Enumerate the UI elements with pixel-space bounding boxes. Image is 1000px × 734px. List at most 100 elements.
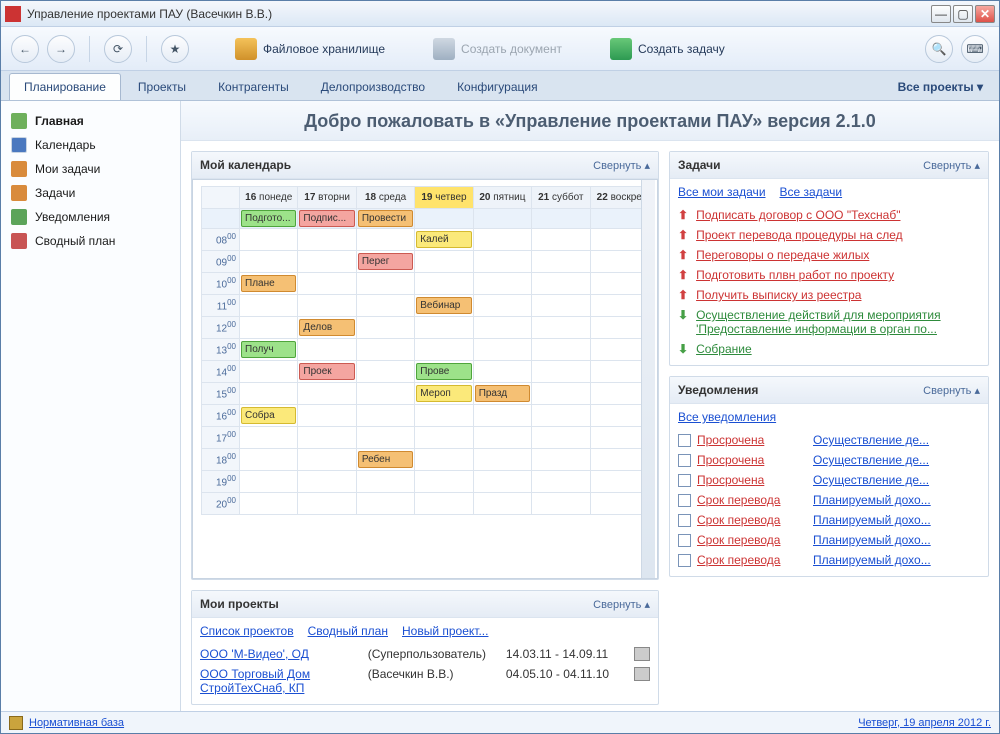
tab-config[interactable]: Конфигурация bbox=[442, 73, 553, 100]
cal-event[interactable]: Подгото... bbox=[241, 210, 296, 227]
maximize-button[interactable]: ▢ bbox=[953, 5, 973, 23]
cal-event[interactable]: Получ bbox=[241, 341, 296, 358]
notification-status[interactable]: Просрочена bbox=[697, 453, 807, 467]
tab-planning[interactable]: Планирование bbox=[9, 73, 121, 100]
task-link[interactable]: Подготовить плвн работ по проекту bbox=[696, 268, 894, 282]
task-link[interactable]: Проект перевода процедуры на след bbox=[696, 228, 903, 242]
cal-event[interactable]: Прове bbox=[416, 363, 471, 380]
nav-back-button[interactable]: ← bbox=[11, 35, 39, 63]
cal-event[interactable]: Плане bbox=[241, 275, 296, 292]
notification-desc[interactable]: Осуществление де... bbox=[813, 473, 980, 487]
create-task-button[interactable]: Создать задачу bbox=[604, 34, 731, 64]
cal-day-header[interactable]: 19 четвер bbox=[415, 187, 473, 209]
checkbox[interactable] bbox=[678, 554, 691, 567]
tasks-collapse[interactable]: Свернуть ▴ bbox=[923, 159, 980, 172]
notification-status[interactable]: Срок перевода bbox=[697, 513, 807, 527]
sidebar-item-mytasks[interactable]: Мои задачи bbox=[1, 157, 180, 181]
sidebar-item-tasks[interactable]: Задачи bbox=[1, 181, 180, 205]
notification-status[interactable]: Просрочена bbox=[697, 473, 807, 487]
notification-desc[interactable]: Планируемый дохо... bbox=[813, 533, 980, 547]
notification-desc[interactable]: Осуществление де... bbox=[813, 433, 980, 447]
project-name-link[interactable]: ООО 'М-Видео', ОД bbox=[200, 647, 358, 661]
checkbox[interactable] bbox=[678, 474, 691, 487]
cal-event[interactable]: Калей bbox=[416, 231, 471, 248]
cal-event[interactable]: Вебинар bbox=[416, 297, 471, 314]
cal-event[interactable]: Мероп bbox=[416, 385, 471, 402]
notification-row: Срок перевода Планируемый дохо... bbox=[678, 550, 980, 570]
statusbar-date[interactable]: Четверг, 19 апреля 2012 г. bbox=[858, 717, 991, 729]
checkbox[interactable] bbox=[678, 534, 691, 547]
create-doc-button[interactable]: Создать документ bbox=[427, 34, 568, 64]
cal-day-header[interactable]: 20 пятниц bbox=[473, 187, 531, 209]
statusbar-left-link[interactable]: Нормативная база bbox=[9, 716, 124, 730]
notification-desc[interactable]: Планируемый дохо... bbox=[813, 493, 980, 507]
project-chart-icon[interactable] bbox=[634, 667, 650, 681]
projects-list-link[interactable]: Список проектов bbox=[200, 624, 294, 638]
notification-desc[interactable]: Осуществление де... bbox=[813, 453, 980, 467]
cal-event[interactable]: Подпис... bbox=[299, 210, 354, 227]
sidebar-item-plan[interactable]: Сводный план bbox=[1, 229, 180, 253]
cal-day-header[interactable]: 21 суббот bbox=[532, 187, 590, 209]
cal-event[interactable]: Собра bbox=[241, 407, 296, 424]
sidebar-item-calendar[interactable]: Календарь bbox=[1, 133, 180, 157]
cal-day-header[interactable]: 17 вторни bbox=[298, 187, 356, 209]
notification-row: Просрочена Осуществление де... bbox=[678, 430, 980, 450]
cal-day-header[interactable]: 16 понеде bbox=[240, 187, 298, 209]
nav-forward-button[interactable]: → bbox=[47, 35, 75, 63]
calendar-icon bbox=[11, 137, 27, 153]
project-chart-icon[interactable] bbox=[634, 647, 650, 661]
notification-desc[interactable]: Планируемый дохо... bbox=[813, 513, 980, 527]
projects-plan-link[interactable]: Сводный план bbox=[308, 624, 388, 638]
tasks-myall-link[interactable]: Все мои задачи bbox=[678, 185, 766, 199]
task-link[interactable]: Осуществление действий для мероприятия '… bbox=[696, 308, 980, 336]
search-button[interactable]: 🔍 bbox=[925, 35, 953, 63]
notification-status[interactable]: Просрочена bbox=[697, 433, 807, 447]
notifications-all-link[interactable]: Все уведомления bbox=[678, 410, 776, 424]
calendar-collapse[interactable]: Свернуть ▴ bbox=[593, 159, 650, 172]
tab-paperwork[interactable]: Делопроизводство bbox=[306, 73, 440, 100]
notification-status[interactable]: Срок перевода bbox=[697, 553, 807, 567]
project-dates: 14.03.11 - 14.09.11 bbox=[506, 647, 624, 661]
projects-collapse[interactable]: Свернуть ▴ bbox=[593, 598, 650, 611]
cal-day-header[interactable]: 22 воскре bbox=[590, 187, 648, 209]
favorite-button[interactable]: ★ bbox=[161, 35, 189, 63]
notification-status[interactable]: Срок перевода bbox=[697, 493, 807, 507]
filestore-button[interactable]: Файловое хранилище bbox=[229, 34, 391, 64]
task-link[interactable]: Собрание bbox=[696, 342, 752, 356]
scrollbar[interactable] bbox=[641, 180, 655, 578]
cal-event[interactable]: Перег bbox=[358, 253, 413, 270]
tab-projects[interactable]: Проекты bbox=[123, 73, 201, 100]
checkbox[interactable] bbox=[678, 454, 691, 467]
project-name-link[interactable]: ООО Торговый Дом СтройТехСнаб, КП bbox=[200, 667, 358, 695]
notification-desc[interactable]: Планируемый дохо... bbox=[813, 553, 980, 567]
notification-status[interactable]: Срок перевода bbox=[697, 533, 807, 547]
settings-button[interactable]: ⌨ bbox=[961, 35, 989, 63]
projects-new-link[interactable]: Новый проект... bbox=[402, 624, 488, 638]
task-link[interactable]: Подписать договор с ООО "Техснаб" bbox=[696, 208, 900, 222]
refresh-button[interactable]: ⟳ bbox=[104, 35, 132, 63]
tasks-all-link[interactable]: Все задачи bbox=[780, 185, 843, 199]
task-link[interactable]: Получить выписку из реестра bbox=[696, 288, 861, 302]
checkbox[interactable] bbox=[678, 494, 691, 507]
checkbox[interactable] bbox=[678, 514, 691, 527]
all-projects-dropdown[interactable]: Все проекты ▾ bbox=[890, 74, 991, 100]
cal-event[interactable]: Празд bbox=[475, 385, 530, 402]
task-row: ⬆Получить выписку из реестра bbox=[678, 285, 980, 305]
tab-contragents[interactable]: Контрагенты bbox=[203, 73, 304, 100]
close-button[interactable]: ✕ bbox=[975, 5, 995, 23]
notification-row: Просрочена Осуществление де... bbox=[678, 470, 980, 490]
sidebar-item-home[interactable]: Главная bbox=[1, 109, 180, 133]
cal-day-header[interactable]: 18 среда bbox=[356, 187, 414, 209]
task-link[interactable]: Переговоры о передаче жилых bbox=[696, 248, 869, 262]
minimize-button[interactable]: — bbox=[931, 5, 951, 23]
cal-event[interactable]: Ребен bbox=[358, 451, 413, 468]
checkbox[interactable] bbox=[678, 434, 691, 447]
notifications-collapse[interactable]: Свернуть ▴ bbox=[923, 384, 980, 397]
cal-event[interactable]: Проек bbox=[299, 363, 354, 380]
project-dates: 04.05.10 - 04.11.10 bbox=[506, 667, 624, 681]
cal-event[interactable]: Провести bbox=[358, 210, 413, 227]
welcome-banner: Добро пожаловать в «Управление проектами… bbox=[181, 101, 999, 141]
cal-event[interactable]: Делов bbox=[299, 319, 354, 336]
notification-row: Просрочена Осуществление де... bbox=[678, 450, 980, 470]
sidebar-item-notifications[interactable]: Уведомления bbox=[1, 205, 180, 229]
